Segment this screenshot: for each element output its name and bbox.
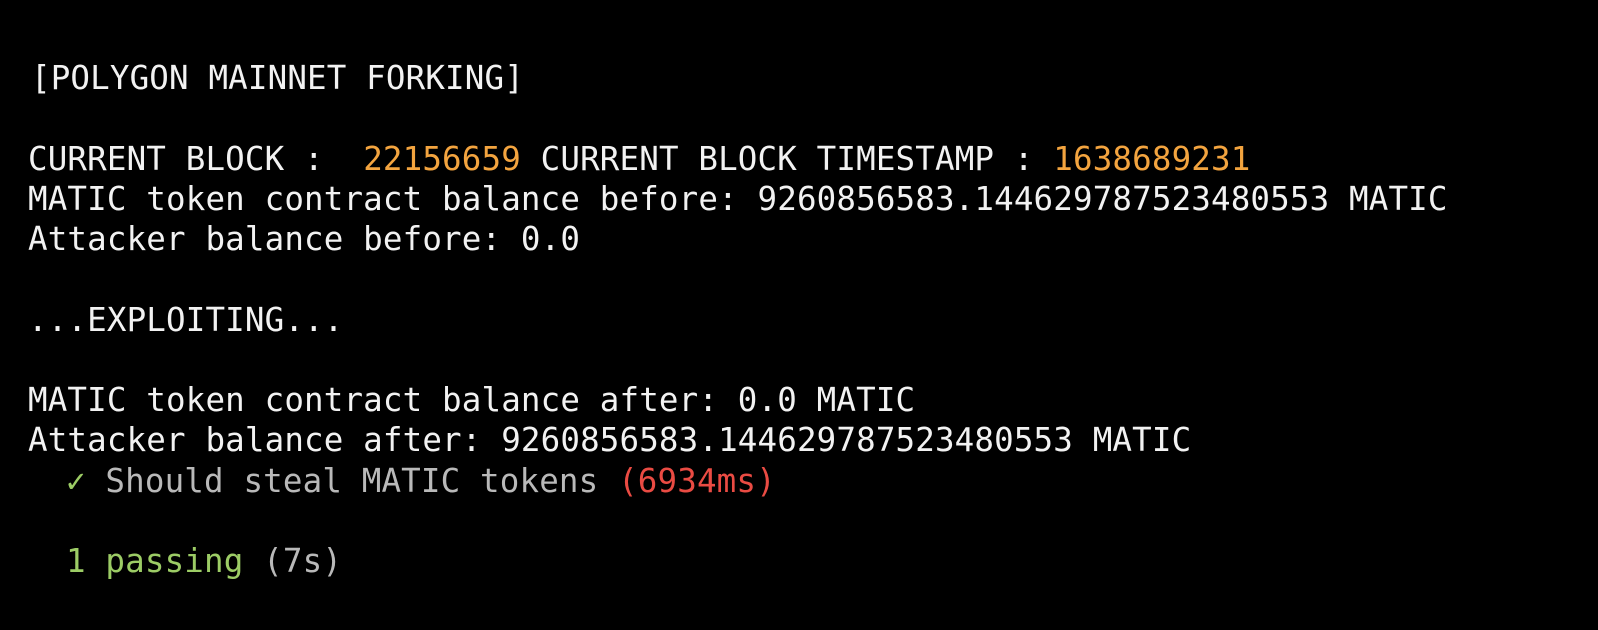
block-timestamp-value: 1638689231 (1053, 140, 1251, 178)
attacker-balance-before: Attacker balance before: 0.0 (28, 220, 581, 258)
check-icon: ✓ (66, 462, 86, 500)
test-summary-line: 1 passing (7s) (66, 541, 342, 581)
current-block-label: CURRENT BLOCK : (28, 140, 364, 178)
contract-balance-before: MATIC token contract balance before: 926… (28, 180, 1448, 218)
exploiting-status: ...EXPLOITING... (28, 301, 344, 339)
terminal-output: [POLYGON MAINNET FORKING] CURRENT BLOCK … (0, 0, 1598, 630)
test-duration: (6934ms) (618, 462, 776, 500)
current-block-number: 22156659 (363, 140, 521, 178)
block-timestamp-label: CURRENT BLOCK TIMESTAMP : (520, 140, 1054, 178)
fork-header: [POLYGON MAINNET FORKING] (31, 59, 524, 97)
total-time: (7s) (243, 542, 343, 580)
block-info-line: CURRENT BLOCK : 22156659 CURRENT BLOCK T… (28, 139, 1250, 179)
test-result-line: ✓ Should steal MATIC tokens (6934ms) (66, 461, 776, 501)
test-name: Should steal MATIC tokens (85, 462, 619, 500)
attacker-balance-after: Attacker balance after: 9260856583.14462… (28, 421, 1192, 459)
contract-balance-after: MATIC token contract balance after: 0.0 … (28, 381, 916, 419)
passing-count: 1 passing (66, 542, 244, 580)
